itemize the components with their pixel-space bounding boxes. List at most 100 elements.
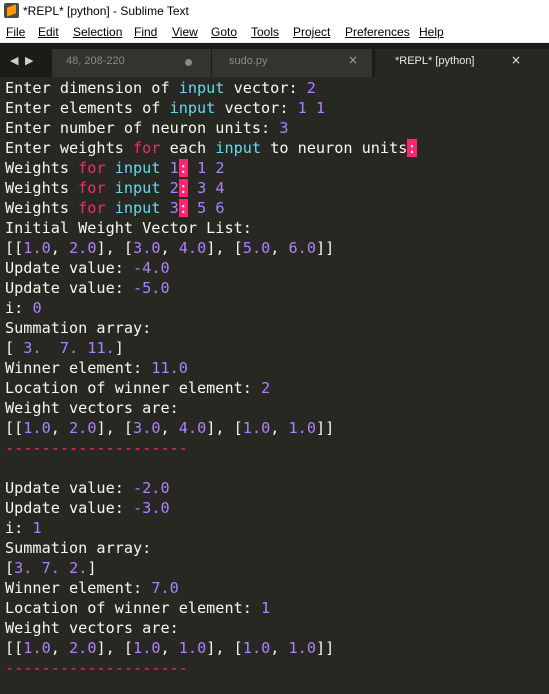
menu-edit[interactable]: Edit bbox=[38, 25, 59, 39]
console-token: for bbox=[78, 159, 106, 177]
console-token: to neuron units bbox=[261, 139, 408, 157]
console-token bbox=[188, 159, 197, 177]
console-token: input bbox=[114, 179, 161, 197]
menu-project[interactable]: Project bbox=[293, 25, 330, 39]
console-line: Enter elements of input vector: 1 1 bbox=[5, 98, 325, 118]
console-line: -------------------- bbox=[5, 658, 188, 678]
console-token: Weights bbox=[5, 179, 79, 197]
tab-bar: ◀ ▶ 48, 208-220 sudo.py × *REPL* [python… bbox=[0, 43, 549, 77]
console-token: ] bbox=[114, 339, 124, 357]
menu-view[interactable]: View bbox=[172, 25, 198, 39]
nav-left-icon[interactable]: ◀ bbox=[10, 54, 18, 67]
console-token: , bbox=[50, 419, 70, 437]
window-title: *REPL* [python] - Sublime Text bbox=[23, 4, 189, 18]
console-token: 7. bbox=[59, 339, 79, 357]
unsaved-dot-icon[interactable] bbox=[185, 59, 192, 66]
console-token: Initial Weight Vector List: bbox=[5, 219, 252, 237]
console-token: 1.0 bbox=[23, 239, 51, 257]
console-token bbox=[78, 339, 87, 357]
console-token: 1.0 bbox=[178, 639, 207, 657]
console-token bbox=[160, 199, 169, 217]
console-token: each bbox=[160, 139, 216, 157]
console-token: Update value: bbox=[5, 279, 134, 297]
menu-selection[interactable]: Selection bbox=[73, 25, 122, 39]
console-token: Weight vectors are: bbox=[5, 619, 179, 637]
console-token: 7.0 bbox=[151, 579, 179, 597]
menu-help[interactable]: Help bbox=[419, 25, 444, 39]
console-token: 4.0 bbox=[178, 239, 207, 257]
console-token: vector: bbox=[224, 79, 307, 97]
console-token: , bbox=[160, 639, 179, 657]
tab-label: 48, 208-220 bbox=[66, 55, 125, 67]
tab-sudo-py[interactable]: sudo.py × bbox=[212, 49, 372, 77]
console-token: input bbox=[169, 99, 216, 117]
console-token bbox=[188, 199, 197, 217]
console-token bbox=[106, 179, 115, 197]
tab-label: *REPL* [python] bbox=[395, 55, 475, 67]
console-token: , bbox=[270, 419, 289, 437]
nav-right-icon[interactable]: ▶ bbox=[25, 54, 33, 67]
console-token bbox=[188, 179, 197, 197]
menu-preferences[interactable]: Preferences bbox=[345, 25, 410, 39]
close-icon[interactable]: × bbox=[511, 53, 521, 67]
console-token: : bbox=[178, 179, 188, 197]
console-token: Weights bbox=[5, 159, 79, 177]
console-line: Summation array: bbox=[5, 538, 151, 558]
console-token: 2 bbox=[261, 379, 271, 397]
tab-repl-python[interactable]: *REPL* [python] × bbox=[375, 49, 549, 77]
console-line: [3. 7. 2.] bbox=[5, 558, 97, 578]
console-line: Update value: -5.0 bbox=[5, 278, 170, 298]
console-token: ]] bbox=[315, 419, 335, 437]
console-token: Location of winner element: bbox=[5, 599, 262, 617]
menu-find[interactable]: Find bbox=[134, 25, 157, 39]
console-token: Winner element: bbox=[5, 359, 152, 377]
console-token: [[ bbox=[5, 639, 24, 657]
console-line: Update value: -2.0 bbox=[5, 478, 170, 498]
console-token: Update value: bbox=[5, 499, 134, 517]
console-token: for bbox=[133, 139, 161, 157]
menu-goto[interactable]: Goto bbox=[211, 25, 237, 39]
console-token: 7. bbox=[41, 559, 60, 577]
console-token: 1 2 bbox=[197, 159, 225, 177]
console-token: 0 bbox=[32, 299, 42, 317]
menu-file[interactable]: File bbox=[6, 25, 25, 39]
console-token: , bbox=[50, 239, 70, 257]
console-token: input bbox=[178, 79, 225, 97]
console-token: -2.0 bbox=[133, 479, 170, 497]
close-icon[interactable]: × bbox=[348, 53, 358, 67]
console-token: Summation array: bbox=[5, 539, 152, 557]
console-token: Location of winner element: bbox=[5, 379, 262, 397]
console-token: for bbox=[78, 199, 106, 217]
console-token: ], [ bbox=[96, 239, 134, 257]
console-token: ], [ bbox=[96, 419, 134, 437]
menu-tools[interactable]: Tools bbox=[251, 25, 279, 39]
console-token bbox=[106, 199, 115, 217]
console-token: : bbox=[178, 159, 188, 177]
console-line: -------------------- bbox=[5, 438, 188, 458]
console-line: i: 0 bbox=[5, 298, 42, 318]
console-token: -3.0 bbox=[133, 499, 170, 517]
console-token: Winner element: bbox=[5, 579, 152, 597]
console-token: 3 bbox=[169, 199, 179, 217]
console-token bbox=[106, 159, 115, 177]
console-line: [ 3. 7. 11.] bbox=[5, 338, 124, 358]
console-token: 11. bbox=[87, 339, 115, 357]
console-line: Weights for input 3: 5 6 bbox=[5, 198, 225, 218]
console-token: 2 bbox=[169, 179, 179, 197]
console-token: -------------------- bbox=[5, 659, 188, 677]
console-token: [[ bbox=[5, 239, 24, 257]
console-token: Enter dimension of bbox=[5, 79, 179, 97]
console-token: ] bbox=[87, 559, 97, 577]
console-token: 5.0 bbox=[242, 239, 271, 257]
console-token: 11.0 bbox=[151, 359, 188, 377]
console-line: Initial Weight Vector List: bbox=[5, 218, 252, 238]
console-token: 1.0 bbox=[23, 639, 51, 657]
console-token: [ bbox=[5, 339, 24, 357]
tab-48-208-220[interactable]: 48, 208-220 bbox=[52, 49, 212, 77]
console-token: , bbox=[160, 239, 179, 257]
console-token: 1.0 bbox=[242, 419, 271, 437]
console-line: i: 1 bbox=[5, 518, 42, 538]
console-token: 3. bbox=[14, 559, 33, 577]
console-token: -5.0 bbox=[133, 279, 170, 297]
repl-console[interactable]: Enter dimension of input vector: 2 Enter … bbox=[0, 78, 549, 694]
